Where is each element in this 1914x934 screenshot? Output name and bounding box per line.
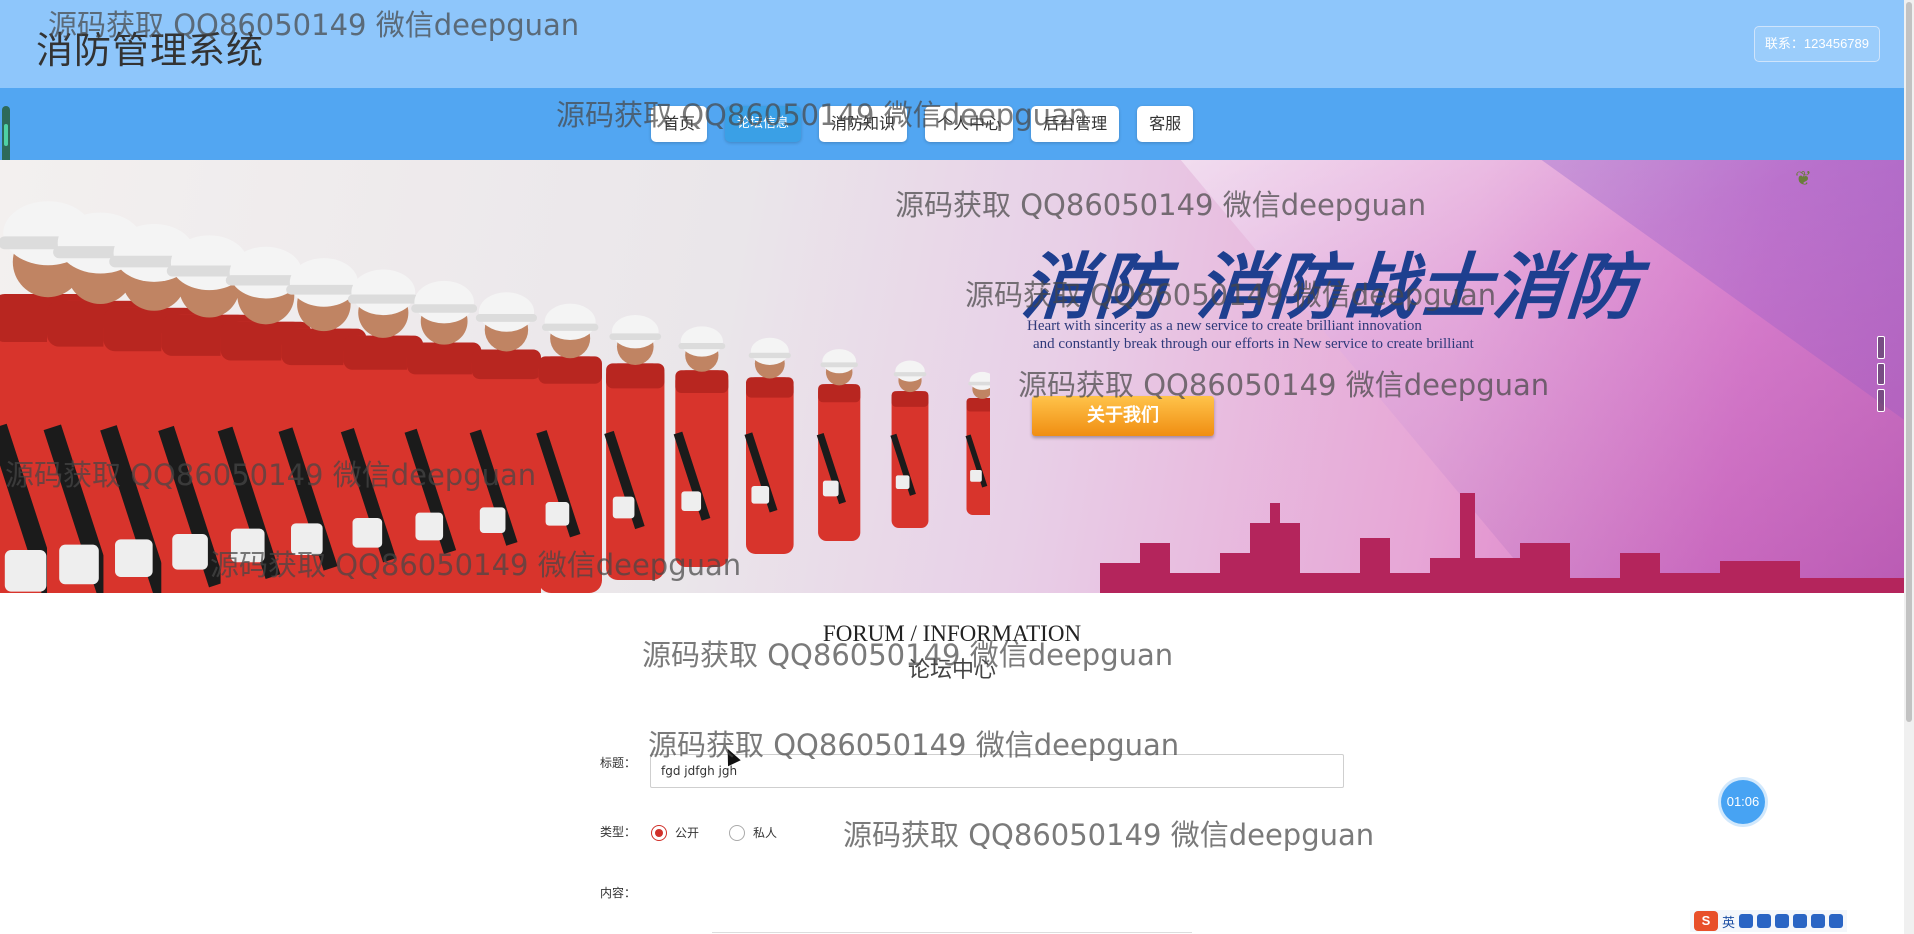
type-radio-group: 公开 私人 xyxy=(651,824,799,841)
ime-logo-icon[interactable]: S xyxy=(1694,911,1718,931)
firefighter-figure xyxy=(744,337,794,554)
floating-timer-button[interactable]: 01:06 xyxy=(1721,780,1765,824)
carousel-dot[interactable] xyxy=(1877,362,1885,386)
carousel-dot[interactable] xyxy=(1877,336,1885,359)
ime-voice-icon[interactable] xyxy=(1775,914,1790,928)
contact-info: 联系：123456789 xyxy=(1753,26,1880,62)
firefighter-figure xyxy=(890,360,929,528)
firefighter-figure xyxy=(965,371,990,515)
top-header: 消防管理系统 联系：123456789 xyxy=(0,0,1904,88)
app-title: 消防管理系统 xyxy=(36,29,264,72)
type-public-label[interactable]: 公开 xyxy=(675,824,699,841)
ime-punctuation-icon[interactable] xyxy=(1739,914,1754,928)
nav-customer-service[interactable]: 客服 xyxy=(1137,106,1194,142)
section-title-en: FORUM / INFORMATION xyxy=(822,621,1082,646)
main-nav-bar: 首页 论坛信息 消防知识 个人中心 后台管理 客服 xyxy=(0,88,1904,160)
page-scrollbar[interactable] xyxy=(1904,0,1914,934)
title-label: 标题： xyxy=(600,756,637,770)
firefighter-figure xyxy=(469,292,541,593)
carousel-dot[interactable] xyxy=(1877,389,1885,413)
title-input[interactable] xyxy=(650,754,1344,788)
content-label: 内容： xyxy=(600,886,637,900)
firefighter-figure xyxy=(404,280,482,593)
nav-forum[interactable]: 论坛信息 xyxy=(725,106,802,142)
firefighter-figure xyxy=(673,326,729,567)
carousel-indicators[interactable] xyxy=(1877,336,1885,413)
banner-subtitle: Heart with sincerity as a new service to… xyxy=(1027,317,1587,353)
watermark: 源码获取 QQ86050149 微信deepguan xyxy=(843,818,1375,852)
ime-emoji-icon[interactable] xyxy=(1757,914,1772,928)
side-scroll-indicator[interactable] xyxy=(2,106,10,164)
ime-language-toggle[interactable]: 英 xyxy=(1722,912,1735,931)
ime-menu-icon[interactable] xyxy=(1829,914,1844,928)
main-nav: 首页 论坛信息 消防知识 个人中心 后台管理 客服 xyxy=(651,106,1194,142)
type-private-radio[interactable] xyxy=(729,824,746,841)
content-editor-edge xyxy=(712,932,1192,933)
about-us-button[interactable]: 关于我们 xyxy=(1032,396,1214,436)
nav-fire-knowledge[interactable]: 消防知识 xyxy=(819,106,908,142)
banner-subtitle-line2: and constantly break through our efforts… xyxy=(1033,336,1474,352)
firefighter-figure xyxy=(536,303,602,593)
type-label: 类型： xyxy=(600,825,637,839)
butterfly-icon: ❦ xyxy=(1795,168,1812,190)
firefighter-figure xyxy=(816,349,861,541)
type-private-label[interactable]: 私人 xyxy=(753,824,777,841)
nav-personal-center[interactable]: 个人中心 xyxy=(925,106,1014,142)
banner-subtitle-line1: Heart with sincerity as a new service to… xyxy=(1027,318,1422,334)
ime-keyboard-icon[interactable] xyxy=(1793,914,1808,928)
firefighter-figure xyxy=(604,315,665,580)
ime-skin-icon[interactable] xyxy=(1811,914,1826,928)
type-public-radio[interactable] xyxy=(651,824,667,841)
ime-toolbar[interactable]: S 英 xyxy=(1690,910,1848,932)
firefighters-image xyxy=(0,201,990,593)
hero-banner: ❦ 消防 消防战士消防 Heart with sincerity as a ne… xyxy=(0,160,1904,593)
nav-admin[interactable]: 后台管理 xyxy=(1031,106,1120,142)
city-skyline-image xyxy=(1100,493,1904,593)
nav-home[interactable]: 首页 xyxy=(651,106,708,142)
section-title-cn: 论坛中心 xyxy=(907,658,996,683)
